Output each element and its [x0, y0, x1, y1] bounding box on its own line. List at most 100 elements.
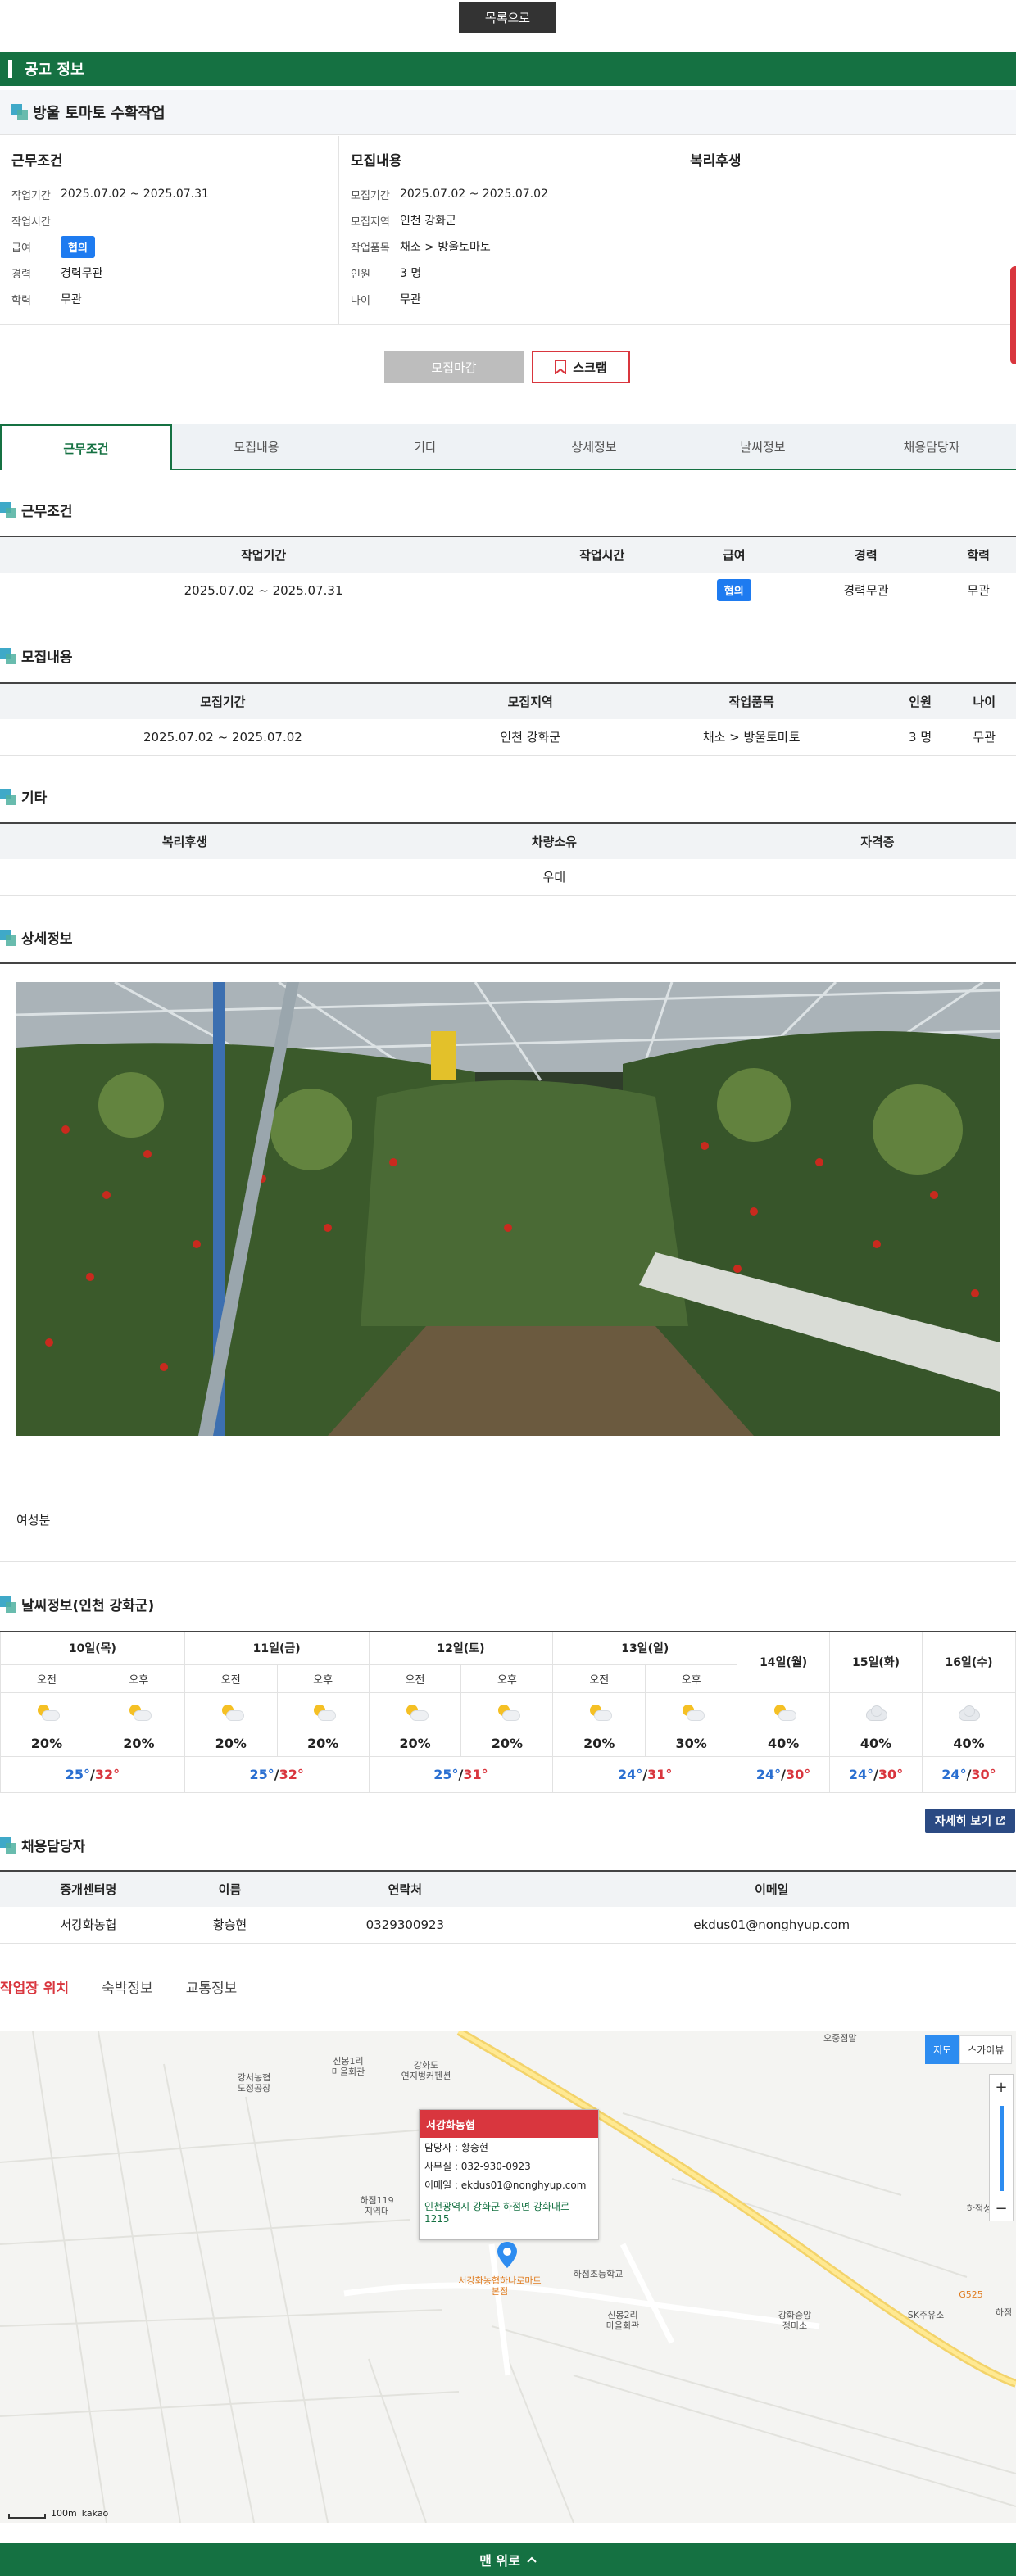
- side-floating-tab[interactable]: [1010, 266, 1016, 364]
- tab-contact[interactable]: 채용담당자: [847, 424, 1016, 469]
- zoom-in-button[interactable]: +: [990, 2075, 1013, 2099]
- etc-table: 복리후생 차량소유 자격증 우대: [0, 822, 1016, 896]
- tab-lodging[interactable]: 숙박정보: [102, 1976, 153, 1997]
- summary-row: 작업품목 채소 > 방울토마토: [351, 233, 666, 260]
- map-type-skyview[interactable]: 스카이뷰: [959, 2035, 1013, 2064]
- table-row: 2025.07.02 ~ 2025.07.02 인천 강화군 채소 > 방울토마…: [0, 719, 1016, 756]
- section-title-text: 근무조건: [21, 504, 73, 520]
- temp-high: 32°: [279, 1766, 304, 1782]
- detail-text: 여성분: [16, 1513, 51, 1528]
- section-title: 공고 정보: [25, 61, 84, 79]
- table-header-row: 작업기간 작업시간 급여 경력 학력: [0, 536, 1016, 573]
- job-summary: 근무조건 작업기간 2025.07.02 ~ 2025.07.31 작업시간 급여…: [0, 136, 1016, 325]
- temp-low: 24°: [941, 1766, 967, 1782]
- table-row: 서강화농협 황승현 0329300923 ekdus01@nonghyup.co…: [0, 1907, 1016, 1944]
- bookmark-icon: [555, 360, 567, 374]
- etc-section-title: 기타: [0, 786, 47, 807]
- weather-pop: 40%: [737, 1732, 831, 1757]
- map-marker-icon[interactable]: [497, 2242, 518, 2268]
- cube-icon: [0, 501, 16, 518]
- table-cell: 서강화농협: [0, 1907, 177, 1944]
- tab-recruit[interactable]: 모집내용: [172, 424, 341, 469]
- weather-day: 10일(목): [0, 1631, 185, 1665]
- partly-cloudy-icon: [34, 1703, 60, 1722]
- partly-cloudy-icon: [495, 1703, 520, 1722]
- scale-label: 100m: [51, 2508, 77, 2519]
- cube-icon: [0, 788, 16, 805]
- temp-low: 25°: [249, 1766, 274, 1782]
- weather-more-button[interactable]: 자세히 보기: [925, 1809, 1015, 1833]
- job-title: 방울 토마토 수확작업: [33, 105, 166, 122]
- temp-low: 24°: [618, 1766, 643, 1782]
- map-label: 하점119 지역대: [360, 2195, 394, 2216]
- tab-work[interactable]: 근무조건: [0, 424, 172, 470]
- table-header: 모집기간: [0, 682, 446, 719]
- section-title-text: 기타: [21, 790, 48, 807]
- tab-workplace-location[interactable]: 작업장 위치: [0, 1976, 69, 1997]
- map-label: SK주유소: [907, 2310, 945, 2320]
- weather-cell: [368, 1691, 462, 1732]
- work-table: 작업기간 작업시간 급여 경력 학력 2025.07.02 ~ 2025.07.…: [0, 536, 1016, 609]
- weather-day: 16일(수): [921, 1631, 1016, 1693]
- tab-weather[interactable]: 날씨정보: [678, 424, 847, 469]
- map-scale: 100m kakao: [8, 2508, 108, 2519]
- table-cell: 황승현: [176, 1907, 283, 1944]
- tab-etc[interactable]: 기타: [341, 424, 510, 469]
- table-cell: 인천 강화군: [445, 719, 615, 756]
- table-header: 이메일: [527, 1870, 1016, 1907]
- summary-row: 경력 경력무관: [11, 260, 327, 286]
- table-cell: 무관: [941, 573, 1016, 609]
- table-cell: 채소 > 방울토마토: [615, 719, 888, 756]
- section-header-job-info: 공고 정보: [0, 52, 1016, 86]
- table-header-row: 모집기간 모집지역 작업품목 인원 나이: [0, 682, 1016, 719]
- weather-pop: 20%: [552, 1732, 646, 1757]
- summary-key: 학력: [11, 294, 31, 307]
- map-label: 하점: [995, 2307, 1013, 2318]
- table-header-row: 중개센터명 이름 연락처 이메일: [0, 1870, 1016, 1907]
- table-cell: 경력무관: [791, 573, 941, 609]
- table-cell: 우대: [369, 859, 739, 896]
- weather-temp: 24°/30°: [829, 1755, 923, 1793]
- back-to-list-button[interactable]: 목록으로: [459, 2, 556, 33]
- scale-bar: [8, 2514, 46, 2519]
- zoom-slider[interactable]: [1000, 2106, 1004, 2191]
- cube-icon: [11, 104, 28, 120]
- table-header: 나이: [952, 682, 1016, 719]
- info-address: 인천광역시 강화군 하점면 강화대로 1215: [424, 2201, 570, 2225]
- recruit-closed-button[interactable]: 모집마감: [384, 351, 524, 383]
- summary-row: 학력 무관: [11, 286, 327, 312]
- weather-temp: 25°/32°: [0, 1755, 185, 1793]
- map-type-map[interactable]: 지도: [925, 2035, 960, 2064]
- summary-value: 채소 > 방울토마토: [400, 241, 491, 254]
- map-label: 오중점말: [823, 2033, 857, 2044]
- weather-pop: 20%: [368, 1732, 462, 1757]
- zoom-out-button[interactable]: −: [990, 2196, 1013, 2221]
- partly-cloudy-icon: [679, 1703, 705, 1722]
- table-cell: 0329300923: [283, 1907, 528, 1944]
- info-manager: 담당자 : 황승현: [424, 2142, 488, 2153]
- weather-cell: [829, 1691, 923, 1732]
- table-header: 연락처: [283, 1870, 528, 1907]
- tab-transport[interactable]: 교통정보: [186, 1976, 238, 1997]
- recruit-table: 모집기간 모집지역 작업품목 인원 나이 2025.07.02 ~ 2025.0…: [0, 682, 1016, 756]
- table-header: 중개센터명: [0, 1870, 177, 1907]
- temp-low: 25°: [433, 1766, 459, 1782]
- cloudy-icon: [864, 1703, 888, 1722]
- weather-cell: [276, 1691, 370, 1732]
- table-header: 작업품목: [615, 682, 888, 719]
- summary-value: 2025.07.02 ~ 2025.07.02: [400, 188, 548, 201]
- scrap-button[interactable]: 스크랩: [532, 351, 630, 383]
- summary-work-title: 근무조건: [11, 153, 63, 170]
- table-header: 자격증: [738, 822, 1016, 859]
- map[interactable]: 오중점말 강서농협 도정공장 신봉1리 마을회관 강화도 연지벙커펜션 하점11…: [0, 2031, 1016, 2523]
- tab-detail[interactable]: 상세정보: [510, 424, 678, 469]
- temp-low: 24°: [755, 1766, 782, 1782]
- table-row: 2025.07.02 ~ 2025.07.31 협의 경력무관 무관: [0, 573, 1016, 609]
- weather-am: 오전: [184, 1664, 278, 1693]
- cube-icon: [0, 929, 16, 946]
- table-cell: [527, 573, 678, 609]
- back-to-top-button[interactable]: 맨 위로: [0, 2543, 1016, 2576]
- temp-low: 24°: [848, 1766, 874, 1782]
- chevron-up-icon: [527, 2556, 537, 2563]
- table-cell: 2025.07.02 ~ 2025.07.02: [0, 719, 446, 756]
